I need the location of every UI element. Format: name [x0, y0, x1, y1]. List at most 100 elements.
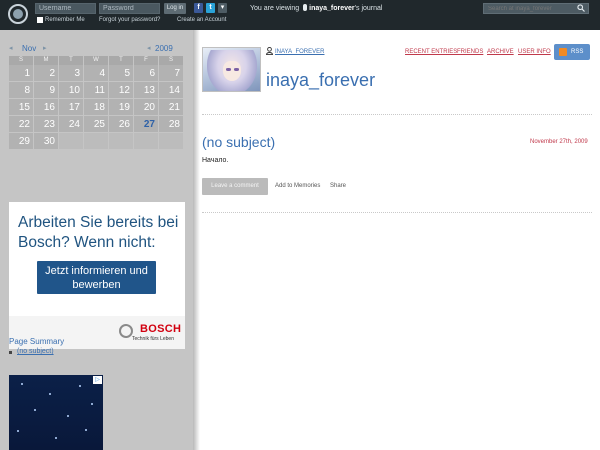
avatar-face [223, 61, 241, 81]
calendar-day: 1 [9, 65, 34, 82]
calendar-day: 7 [159, 65, 184, 82]
search-input[interactable] [483, 3, 589, 14]
nav-user-info[interactable]: USER INFO [518, 49, 551, 55]
nav-archive[interactable]: ARCHIVE [487, 49, 514, 55]
nav-friends[interactable]: FRIENDS [457, 49, 483, 55]
remember-me-checkbox[interactable] [37, 17, 43, 23]
star-icon [55, 437, 57, 439]
calendar-empty-cell [109, 133, 134, 150]
calendar-day: 12 [109, 82, 134, 99]
calendar-day: 19 [109, 99, 134, 116]
calendar-day: 17 [59, 99, 84, 116]
calendar-grid: S M T W T F S 1 2 3 4 5 6 7 8 9 10 11 12… [9, 56, 185, 150]
calendar-day: 21 [159, 99, 184, 116]
user-profile-link[interactable]: INAYA_FOREVER [275, 49, 324, 55]
calendar-day: 4 [84, 65, 109, 82]
next-month-arrow-icon[interactable]: ▸ [43, 44, 47, 52]
calendar-day: 18 [84, 99, 109, 116]
star-icon [67, 415, 69, 417]
calendar-day: 15 [9, 99, 34, 116]
bosch-ad-banner[interactable]: Arbeiten Sie bereits bei Bosch? Wenn nic… [9, 202, 185, 349]
day-header: T [59, 56, 84, 65]
calendar-week-row: 15 16 17 18 19 20 21 [9, 99, 185, 116]
bullet-icon [9, 351, 12, 354]
calendar-day-today-link[interactable]: 27 [134, 116, 159, 133]
adchoices-icon[interactable]: ▷ [93, 376, 102, 384]
calendar-day: 5 [109, 65, 134, 82]
calendar-day: 2 [34, 65, 59, 82]
star-icon [79, 385, 81, 387]
twitter-icon[interactable]: t [206, 3, 215, 13]
calendar-day: 26 [109, 116, 134, 133]
calendar-header: ◂ Nov ▸ ◂ 2009 [9, 44, 184, 54]
calendar-day: 10 [59, 82, 84, 99]
calendar-year-link[interactable]: 2009 [155, 44, 173, 53]
calendar-day: 14 [159, 82, 184, 99]
login-button[interactable]: Log in [164, 3, 186, 14]
starfield-ad-banner[interactable] [9, 375, 103, 450]
rss-label: RSS [571, 49, 584, 55]
calendar-day: 28 [159, 116, 184, 133]
calendar-day: 8 [9, 82, 34, 99]
star-icon [34, 409, 36, 411]
calendar-day: 25 [84, 116, 109, 133]
viewing-user-link[interactable]: inaya_forever [309, 5, 355, 12]
calendar-empty-cell [134, 133, 159, 150]
forgot-password-link[interactable]: Forgot your password? [99, 16, 160, 24]
user-avatar[interactable] [202, 47, 261, 92]
bosch-logo-icon [119, 324, 133, 338]
prev-month-arrow-icon[interactable]: ◂ [9, 44, 13, 52]
prev-year-arrow-icon[interactable]: ◂ [147, 44, 151, 52]
chevron-down-icon[interactable]: ▾ [218, 3, 227, 13]
entry-body: Начало. [202, 157, 229, 164]
rss-button[interactable]: RSS [554, 44, 590, 60]
user-profile-icon[interactable] [266, 47, 273, 55]
leave-comment-button[interactable]: Leave a comment [202, 178, 268, 195]
page-summary-entry-link[interactable]: (no subject) [17, 348, 54, 355]
ad-brand-name: BOSCH [140, 323, 182, 335]
calendar-empty-cell [159, 133, 184, 150]
facebook-icon[interactable]: f [194, 3, 203, 13]
entry-title-link[interactable]: (no subject) [202, 134, 275, 150]
journal-title[interactable]: inaya_forever [266, 70, 375, 91]
star-icon [17, 430, 19, 432]
top-bar: Log in f t ▾ Remember Me Forgot your pas… [0, 0, 600, 30]
calendar-day: 11 [84, 82, 109, 99]
user-icon [303, 4, 308, 11]
star-icon [21, 383, 23, 385]
livejournal-logo-icon[interactable] [8, 4, 28, 24]
day-header: M [34, 56, 59, 65]
calendar-week-row: 29 30 [9, 133, 185, 150]
calendar-day: 3 [59, 65, 84, 82]
entry-date[interactable]: November 27th, 2009 [530, 139, 588, 145]
calendar-day: 22 [9, 116, 34, 133]
viewing-suffix: 's journal [354, 5, 383, 12]
calendar-day: 16 [34, 99, 59, 116]
calendar-week-row: 8 9 10 11 12 13 14 [9, 82, 185, 99]
entry-divider [202, 212, 592, 213]
create-account-link[interactable]: Create an Account [177, 16, 226, 24]
avatar-eye [234, 68, 239, 71]
star-icon [85, 429, 87, 431]
day-header: S [159, 56, 184, 65]
calendar-day: 20 [134, 99, 159, 116]
password-input[interactable] [99, 3, 160, 14]
ad-cta-button[interactable]: Jetzt informieren und bewerben [37, 261, 156, 294]
calendar-day: 6 [134, 65, 159, 82]
calendar-empty-cell [84, 133, 109, 150]
calendar-day: 9 [34, 82, 59, 99]
nav-recent-entries[interactable]: RECENT ENTRIES [405, 49, 457, 55]
search-icon[interactable] [577, 4, 585, 12]
calendar-week-row: 22 23 24 25 26 27 28 [9, 116, 185, 133]
add-to-memories-link[interactable]: Add to Memories [275, 183, 320, 189]
calendar-day: 29 [9, 133, 34, 150]
calendar-day: 24 [59, 116, 84, 133]
calendar-day: 23 [34, 116, 59, 133]
username-input[interactable] [35, 3, 96, 14]
share-link[interactable]: Share [330, 183, 346, 189]
header-divider [202, 114, 592, 115]
day-header: T [109, 56, 134, 65]
calendar-month-link[interactable]: Nov [22, 44, 36, 53]
remember-me-label: Remember Me [45, 17, 85, 23]
day-header: W [84, 56, 109, 65]
